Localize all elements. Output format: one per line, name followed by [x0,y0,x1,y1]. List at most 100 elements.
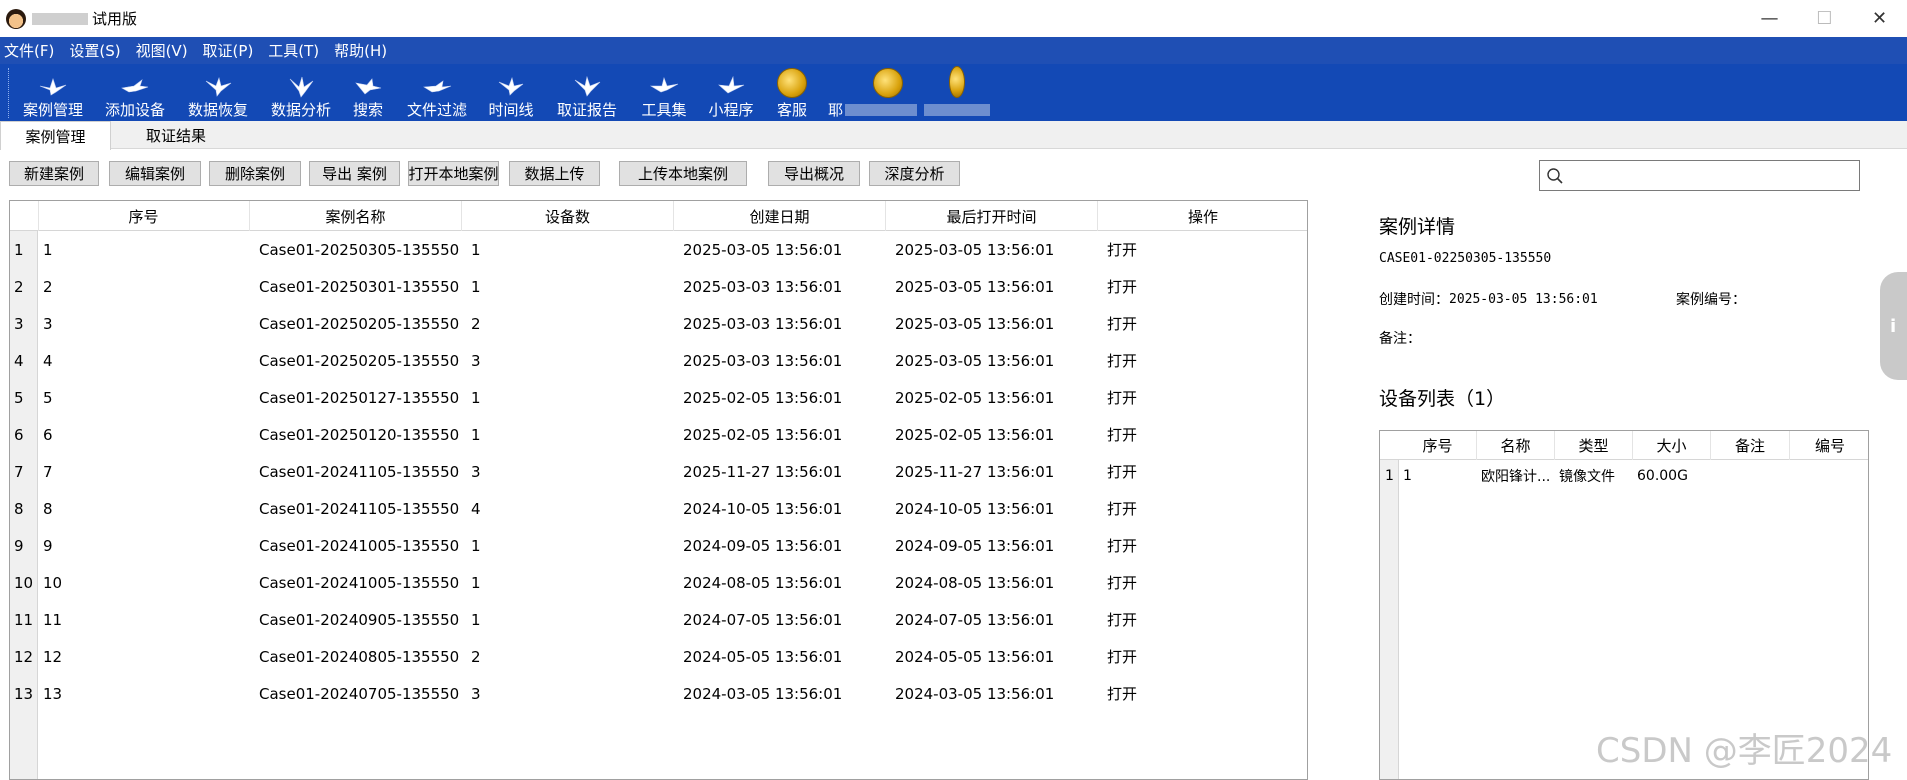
column-header[interactable]: 设备数 [462,201,674,231]
close-button[interactable]: ✕ [1852,0,1907,37]
toolbar-data-recovery[interactable]: 数据恢复 [187,64,249,121]
column-header[interactable]: 最后打开时间 [886,201,1098,231]
open-action-link[interactable]: 打开 [1107,490,1137,527]
toolbar-file-filter[interactable]: 文件过滤 [406,64,468,121]
open-action-link[interactable]: 打开 [1107,268,1137,305]
search-input[interactable] [1539,160,1860,191]
column-header[interactable]: 类型 [1555,431,1633,460]
device-type[interactable]: 镜像文件 [1559,460,1615,492]
row-number: 9 [14,536,24,555]
table-row[interactable]: 3 3 Case01-20250205-135550 2 2025-03-03 13:5… [10,305,1307,342]
open-action-link[interactable]: 打开 [1107,675,1137,712]
tab-bar: 案例管理 取证结果 [0,121,1907,150]
minimize-button[interactable]: — [1742,0,1797,37]
table-row[interactable]: 10 10 Case01-20241005-135550 1 2024-08-05 13… [10,564,1307,601]
export-overview-button[interactable]: 导出概况 [768,161,860,186]
column-header[interactable]: 创建日期 [674,201,886,231]
table-row[interactable]: 8 8 Case01-20241105-135550 4 2024-10-05 13:5… [10,490,1307,527]
device-count-cell: 4 [471,499,481,518]
open-action-link[interactable]: 打开 [1107,231,1137,268]
open-action-link[interactable]: 打开 [1107,527,1137,564]
menu-file[interactable]: 文件(F) [0,40,63,61]
toolbar-case-management[interactable]: 案例管理 [22,64,84,121]
open-action-link[interactable]: 打开 [1107,638,1137,675]
created-date-cell: 2024-05-05 13:56:01 [683,647,843,666]
toolbar-data-analysis[interactable]: 数据分析 [270,64,332,121]
table-row[interactable]: 12 12 Case01-20240805-135550 2 2024-05-05 13… [10,638,1307,675]
table-row[interactable]: 1 1 Case01-20250305-135550 1 2025-03-05 13:5… [10,231,1307,268]
toolbar-blurred-item-1[interactable]: 耶 [828,64,920,121]
last-opened-cell: 2024-10-05 13:56:01 [895,499,1055,518]
menu-view[interactable]: 视图(V) [132,40,197,61]
column-header[interactable]: 备注 [1711,431,1790,460]
row-number: 8 [14,499,24,518]
edit-case-button[interactable]: 编辑案例 [109,161,201,186]
created-date-cell: 2024-10-05 13:56:01 [683,499,843,518]
device-table-header: 序号 名称 类型 大小 备注 编号 [1380,431,1868,460]
toolbar-mini-program[interactable]: 小程序 [707,64,755,121]
table-row[interactable]: 13 13 Case01-20240705-135550 3 2024-03-05 13… [10,675,1307,712]
created-date-cell: 2025-03-03 13:56:01 [683,351,843,370]
window-controls: — ☐ ✕ [1742,0,1907,37]
last-opened-cell: 2024-07-05 13:56:01 [895,610,1055,629]
column-header[interactable]: 大小 [1633,431,1711,460]
coin-icon [777,68,807,98]
export-case-button[interactable]: 导出 案例 [309,161,400,186]
open-action-link[interactable]: 打开 [1107,564,1137,601]
column-header[interactable]: 名称 [1477,431,1555,460]
menu-help[interactable]: 帮助(H) [330,40,396,61]
toolbar-search[interactable]: 搜索 [345,64,391,121]
toolbar-blurred-item-2[interactable] [924,64,990,121]
device-id[interactable]: 1 [1403,460,1412,492]
toolbar-forensic-report[interactable]: 取证报告 [556,64,618,121]
maximize-button[interactable]: ☐ [1797,0,1852,37]
created-time-label: 创建时间： [1379,292,1449,308]
data-upload-button[interactable]: 数据上传 [509,161,600,186]
table-row[interactable]: 4 4 Case01-20250205-135550 3 2025-03-03 13:5… [10,342,1307,379]
table-row[interactable]: 6 6 Case01-20250120-135550 1 2025-02-05 13:5… [10,416,1307,453]
column-header[interactable]: 序号 [38,201,250,231]
created-date-cell: 2025-02-05 13:56:01 [683,388,843,407]
open-action-link[interactable]: 打开 [1107,379,1137,416]
menu-tools[interactable]: 工具(T) [264,40,328,61]
case-id-cell: 5 [43,388,53,407]
device-count-cell: 1 [471,536,481,555]
last-opened-cell: 2024-05-05 13:56:01 [895,647,1055,666]
table-row[interactable]: 2 2 Case01-20250301-135550 1 2025-03-03 13:5… [10,268,1307,305]
toolbar-toolkit[interactable]: 工具集 [640,64,688,121]
open-local-case-button[interactable]: 打开本地案例 [408,161,499,186]
device-size[interactable]: 60.00G [1637,460,1688,492]
toolbar-grip[interactable] [8,68,11,118]
toolbar-add-device[interactable]: 添加设备 [104,64,166,121]
table-row[interactable]: 11 11 Case01-20240905-135550 1 2024-07-05 13… [10,601,1307,638]
column-header[interactable]: 操作 [1098,201,1307,231]
column-header[interactable]: 案例名称 [250,201,462,231]
new-case-button[interactable]: 新建案例 [9,161,99,186]
open-action-link[interactable]: 打开 [1107,601,1137,638]
open-action-link[interactable]: 打开 [1107,305,1137,342]
watermark: CSDN @李匠2024 [1596,731,1893,771]
delete-case-button[interactable]: 删除案例 [209,161,301,186]
info-icon: i [1890,315,1897,337]
bird-icon [355,78,382,95]
device-name[interactable]: 欧阳锋计... [1481,460,1550,492]
table-row[interactable]: 7 7 Case01-20241105-135550 3 2025-11-27 13:5… [10,453,1307,490]
table-row[interactable]: 9 9 Case01-20241005-135550 1 2024-09-05 13:5… [10,527,1307,564]
side-panel-handle[interactable]: i [1880,272,1907,380]
open-action-link[interactable]: 打开 [1107,416,1137,453]
tab-case-management[interactable]: 案例管理 [0,121,111,150]
deep-analysis-button[interactable]: 深度分析 [869,161,960,186]
toolbar-label: 工具集 [641,101,687,119]
toolbar-customer-service[interactable]: 客服 [772,64,812,121]
table-row[interactable]: 5 5 Case01-20250127-135550 1 2025-02-05 13:5… [10,379,1307,416]
open-action-link[interactable]: 打开 [1107,342,1137,379]
upload-local-case-button[interactable]: 上传本地案例 [619,161,747,186]
column-header[interactable]: 序号 [1399,431,1477,460]
toolbar-timeline[interactable]: 时间线 [487,64,535,121]
menu-settings[interactable]: 设置(S) [65,40,129,61]
column-header[interactable]: 编号 [1790,431,1868,460]
open-action-link[interactable]: 打开 [1107,453,1137,490]
created-date-cell: 2024-07-05 13:56:01 [683,610,843,629]
tab-forensic-results[interactable]: 取证结果 [111,121,241,149]
menu-forensics[interactable]: 取证(P) [199,40,263,61]
